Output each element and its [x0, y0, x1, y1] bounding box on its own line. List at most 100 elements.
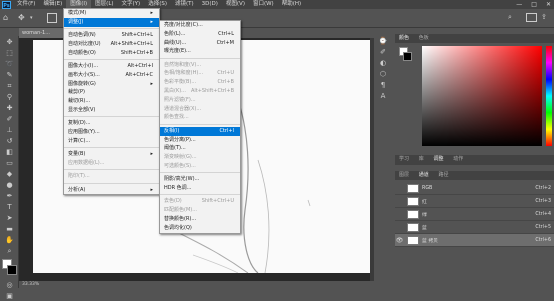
- hand-tool-icon[interactable]: ✋: [2, 235, 17, 245]
- history-icon[interactable]: ⌚: [377, 36, 389, 47]
- visibility-eye-icon[interactable]: 👁: [395, 237, 404, 244]
- tab-color[interactable]: 颜色: [395, 34, 413, 43]
- brush-settings-icon[interactable]: ✐: [377, 47, 389, 58]
- brush-tool-icon[interactable]: ✐: [2, 114, 17, 124]
- pen-tool-icon[interactable]: ✒: [2, 191, 17, 201]
- screen-mode-icon[interactable]: ▣: [2, 291, 17, 301]
- menu-item[interactable]: 画布大小(S)... Alt+Ctrl+C: [64, 71, 159, 80]
- menu-item[interactable]: 应用图像(Y)...: [64, 128, 159, 137]
- menu-item[interactable]: 替换颜色(R)...: [160, 215, 240, 224]
- menu-0[interactable]: 文件(F): [13, 0, 39, 9]
- move-tool-icon[interactable]: ✥: [2, 37, 17, 47]
- menu-item[interactable]: 模式(M) ▸: [64, 9, 159, 18]
- tab-channels[interactable]: 通道: [415, 171, 433, 180]
- path-select-icon[interactable]: ➤: [2, 213, 17, 223]
- channel-row[interactable]: 蓝 Ctrl+5: [395, 221, 554, 234]
- lasso-tool-icon[interactable]: ➰: [2, 59, 17, 69]
- menu-8[interactable]: 视图(V): [222, 0, 249, 9]
- bg-color-chip[interactable]: [403, 52, 412, 61]
- move-tool-icon[interactable]: ✥: [18, 13, 28, 23]
- menu-item[interactable]: 分析(A) ▸: [64, 186, 159, 195]
- channel-row[interactable]: 👁 蓝 拷贝 Ctrl+6: [395, 234, 554, 247]
- menu-item[interactable]: 调整(J) ▸: [64, 17, 159, 27]
- menu-item[interactable]: 裁剪(P): [64, 88, 159, 97]
- menu-item-label: 照片滤镜(F)...: [164, 96, 196, 103]
- tab-layers[interactable]: 图层: [395, 171, 413, 180]
- search-icon[interactable]: ⌕: [508, 13, 512, 22]
- gradient-tool-icon[interactable]: ▭: [2, 158, 17, 168]
- color-swatches[interactable]: [2, 259, 17, 277]
- eyedropper-tool-icon[interactable]: ⚲: [2, 92, 17, 102]
- channel-thumbnail: [407, 196, 419, 206]
- adjustments-icon[interactable]: ◐: [377, 58, 389, 69]
- menu-10[interactable]: 帮助(H): [278, 0, 305, 9]
- tab-swatches[interactable]: 色板: [415, 34, 433, 43]
- vertical-scrollbar[interactable]: [370, 38, 374, 281]
- color-field[interactable]: [422, 46, 542, 146]
- channel-row[interactable]: 绿 Ctrl+4: [395, 208, 554, 221]
- type-tool-icon[interactable]: T: [2, 202, 17, 212]
- channel-row[interactable]: RGB Ctrl+2: [395, 182, 554, 195]
- chevron-down-icon[interactable]: ▾: [30, 15, 33, 21]
- channel-name: RGB: [422, 185, 433, 191]
- menu-item[interactable]: 色调均化(Q): [160, 224, 240, 233]
- menu-item[interactable]: 显示全部(V): [64, 106, 159, 115]
- menu-item[interactable]: 变量(B) ▸: [64, 150, 159, 159]
- menu-item[interactable]: 阈值(T)...: [160, 144, 240, 153]
- marquee-tool-icon[interactable]: ⬚: [2, 48, 17, 58]
- home-icon[interactable]: ⌂: [3, 13, 13, 23]
- history-brush-icon[interactable]: ↺: [2, 136, 17, 146]
- menu-item[interactable]: 自动对比度(U) Alt+Shift+Ctrl+L: [64, 40, 159, 49]
- menu-item[interactable]: 图像大小(I)... Alt+Ctrl+I: [64, 62, 159, 71]
- menu-6[interactable]: 滤镜(T): [171, 0, 198, 9]
- background-color-swatch[interactable]: [7, 265, 17, 275]
- crop-tool-icon[interactable]: ⌗: [2, 81, 17, 91]
- menu-item[interactable]: 自动颜色(O) Shift+Ctrl+B: [64, 49, 159, 58]
- menu-7[interactable]: 3D(D): [198, 0, 222, 9]
- eraser-tool-icon[interactable]: ◧: [2, 147, 17, 157]
- menu-item[interactable]: 复制(D)...: [64, 119, 159, 128]
- hue-slider[interactable]: [546, 46, 552, 146]
- zoom-tool-icon[interactable]: ⌕: [2, 246, 17, 256]
- zoom-level: 33.33%: [22, 282, 40, 287]
- auto-select-checkbox[interactable]: [47, 13, 57, 23]
- minimize-button[interactable]: —: [516, 0, 522, 9]
- menu-item[interactable]: 曝光度(E)...: [160, 47, 240, 56]
- dodge-tool-icon[interactable]: ●: [2, 180, 17, 190]
- menu-item-shortcut: Shift+Ctrl+L: [121, 32, 153, 39]
- menu-item[interactable]: 亮度/对比度(C)...: [160, 21, 240, 30]
- quick-select-tool-icon[interactable]: ✎: [2, 70, 17, 80]
- healing-brush-icon[interactable]: ✚: [2, 103, 17, 113]
- tab-paths[interactable]: 路径: [435, 171, 453, 180]
- menu-item[interactable]: 计算(C)...: [64, 137, 159, 146]
- menu-9[interactable]: 窗口(W): [249, 0, 278, 9]
- paragraph-icon[interactable]: ¶: [377, 80, 389, 91]
- menu-item[interactable]: 色阶(L)... Ctrl+L: [160, 30, 240, 39]
- tab-learn[interactable]: 学习: [395, 155, 413, 164]
- close-button[interactable]: ✕: [546, 0, 551, 9]
- channel-row[interactable]: 红 Ctrl+3: [395, 195, 554, 208]
- menu-item[interactable]: 裁切(R)...: [64, 97, 159, 106]
- share-icon[interactable]: ⇪: [541, 13, 547, 21]
- blur-tool-icon[interactable]: ◆: [2, 169, 17, 179]
- document-tab[interactable]: woman-1...: [19, 28, 67, 38]
- quick-mask-icon[interactable]: ◎: [2, 280, 17, 290]
- menu-item[interactable]: 自动色调(N) Shift+Ctrl+L: [64, 31, 159, 40]
- tab-libraries[interactable]: 库: [415, 155, 428, 164]
- stamp-tool-icon[interactable]: ⊥: [2, 125, 17, 135]
- menu-item[interactable]: 反相(I) Ctrl+I: [160, 126, 240, 136]
- cube-icon[interactable]: ⬡: [377, 69, 389, 80]
- menu-item[interactable]: 曲线(U)... Ctrl+M: [160, 39, 240, 48]
- tab-adjustments[interactable]: 调整: [430, 155, 448, 164]
- shape-tool-icon[interactable]: ▬: [2, 224, 17, 234]
- menu-item: 渐变映射(G)...: [160, 153, 240, 162]
- menu-item[interactable]: 阴影/高光(W)...: [160, 175, 240, 184]
- character-icon[interactable]: A: [377, 91, 389, 102]
- menu-item[interactable]: 色调分离(P)...: [160, 136, 240, 145]
- maximize-button[interactable]: □: [531, 0, 537, 9]
- workspace-icon[interactable]: [526, 13, 537, 22]
- menu-item[interactable]: HDR 色调...: [160, 184, 240, 193]
- menu-item[interactable]: 图像旋转(G) ▸: [64, 80, 159, 89]
- tab-actions[interactable]: 动作: [449, 155, 467, 164]
- menu-item-label: 通道混合器(X)...: [164, 105, 202, 112]
